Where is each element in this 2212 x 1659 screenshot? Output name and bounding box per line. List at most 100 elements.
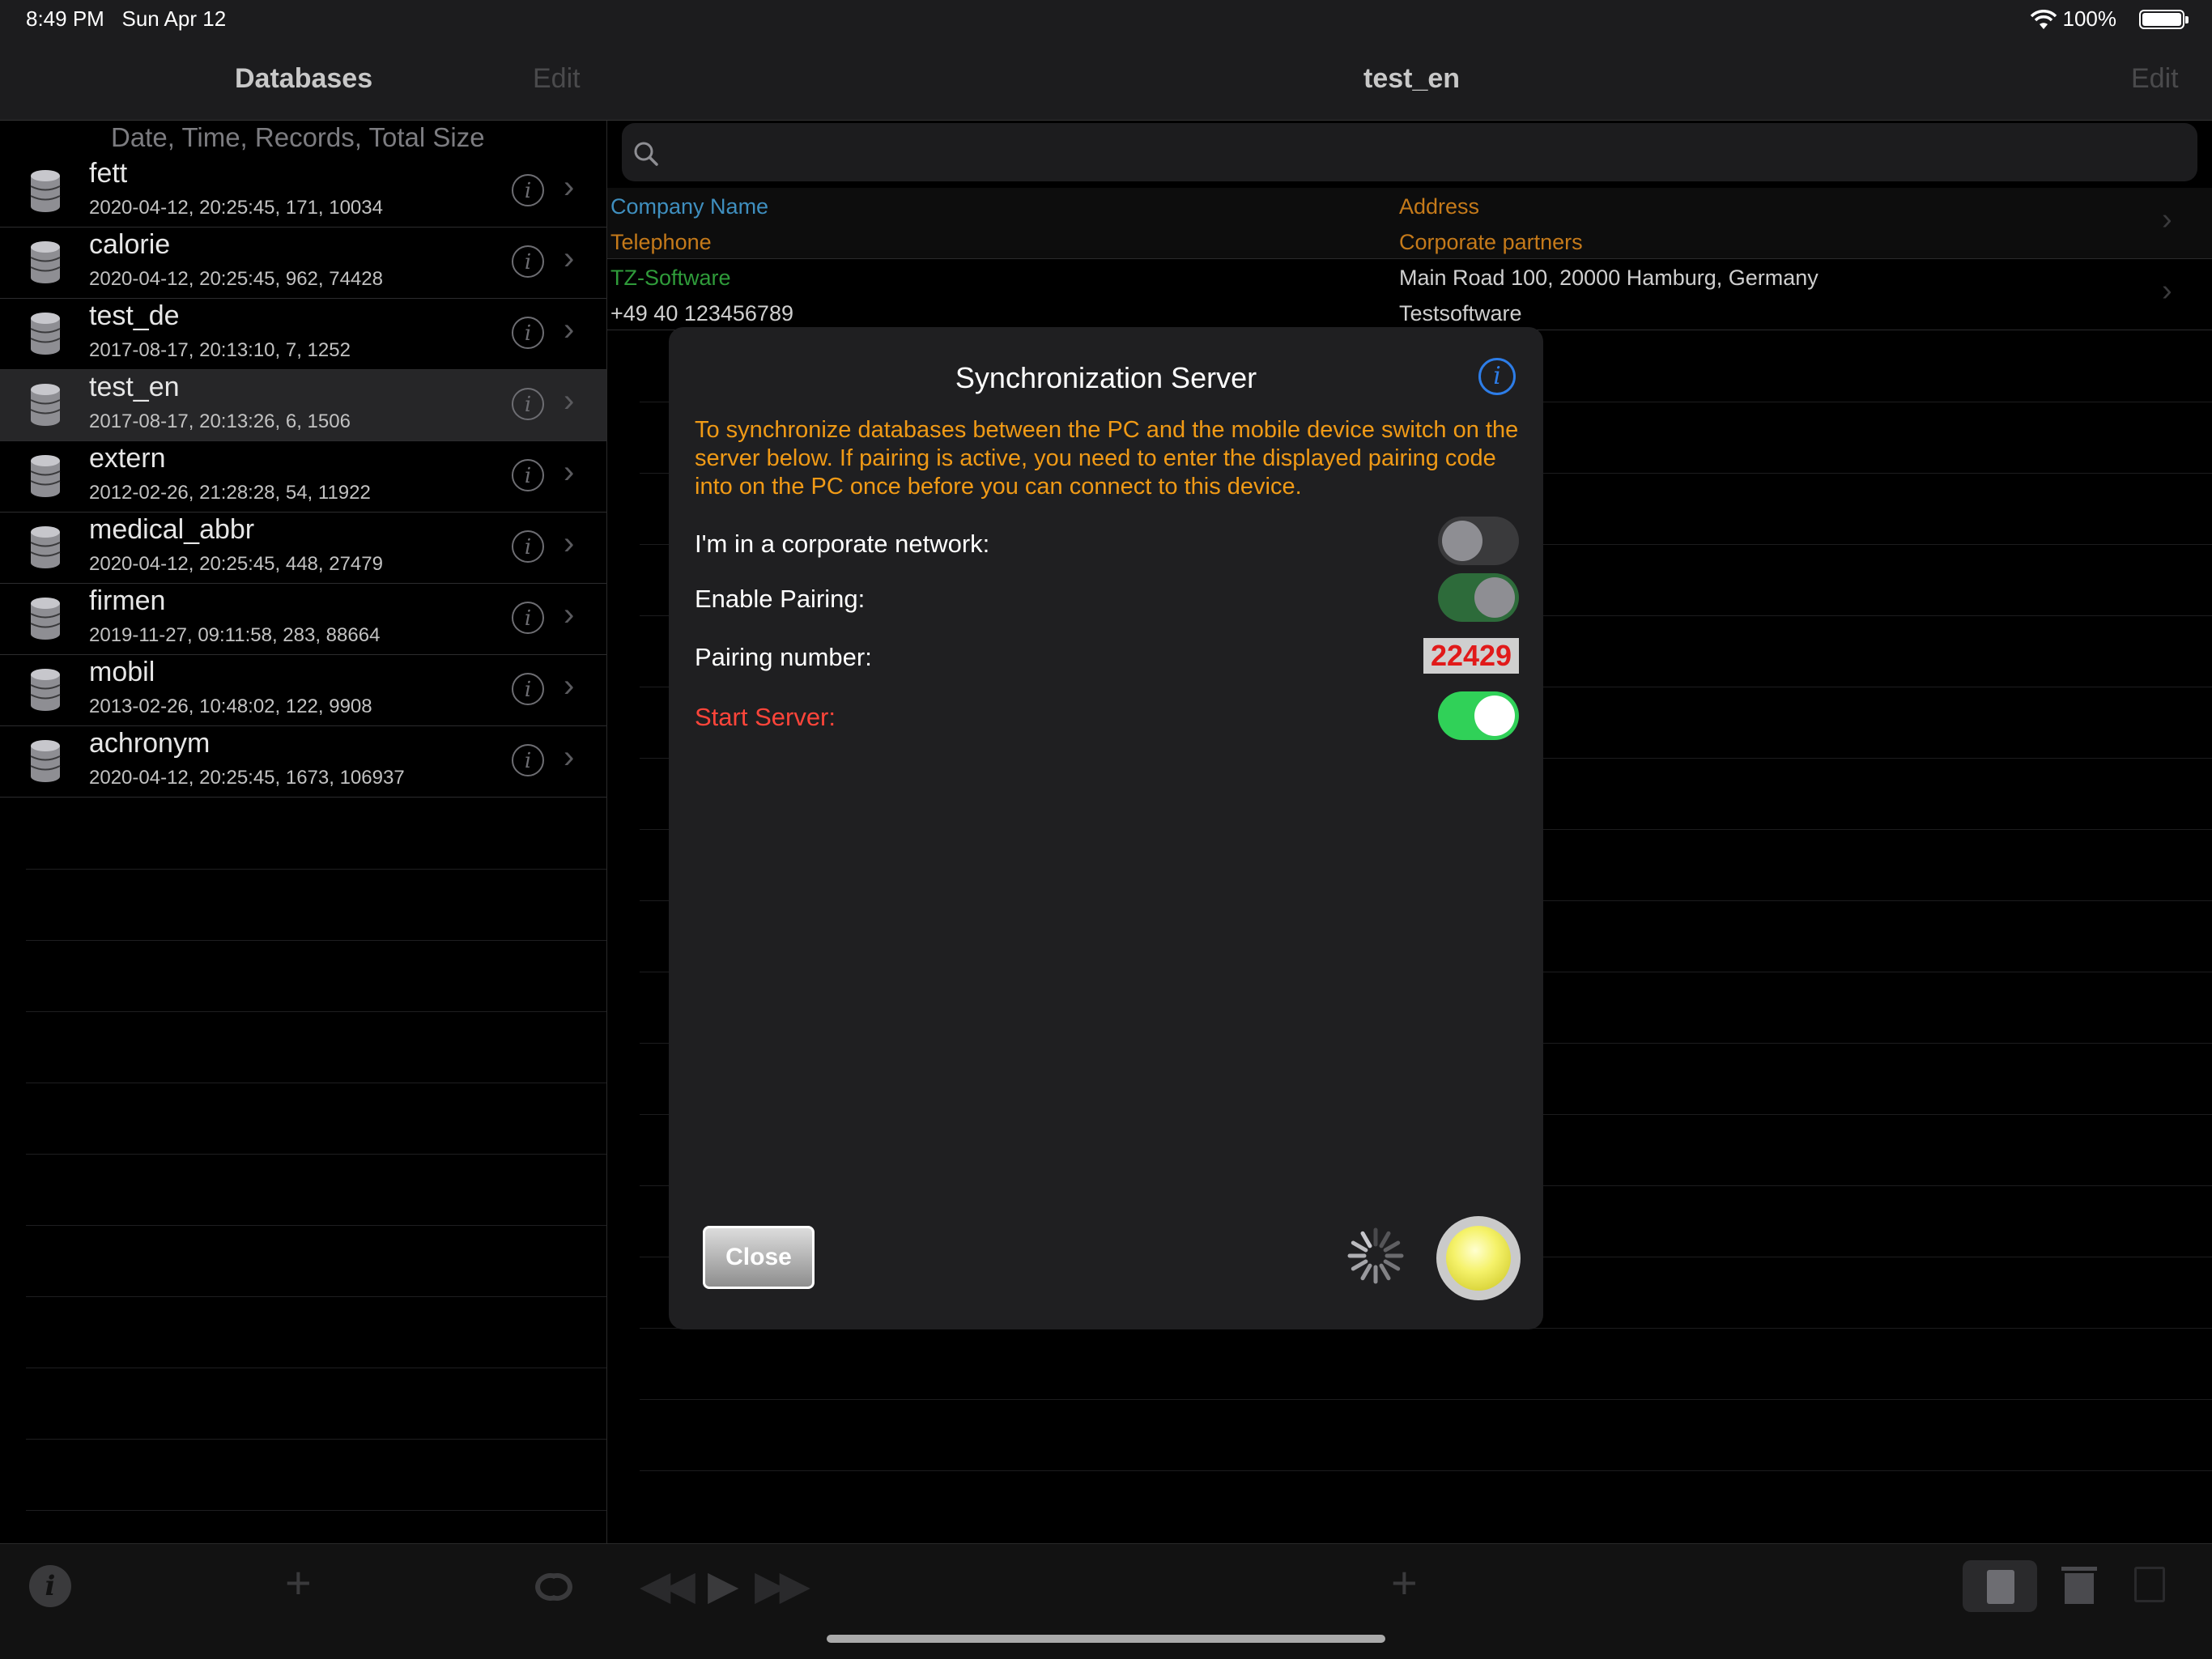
- separator: [26, 1296, 606, 1297]
- add-record-icon[interactable]: +: [1391, 1559, 1418, 1607]
- separator: [26, 1439, 606, 1440]
- database-icon: [30, 170, 61, 212]
- database-name: test_en: [89, 372, 180, 402]
- add-database-icon[interactable]: +: [285, 1559, 312, 1607]
- sync-icon[interactable]: [528, 1568, 580, 1606]
- separator: [26, 1154, 606, 1155]
- trash-icon[interactable]: [2061, 1567, 2097, 1604]
- info-icon[interactable]: i: [512, 174, 544, 206]
- database-row[interactable]: mobil 2013-02-26, 10:48:02, 122, 9908 i ›: [0, 655, 606, 726]
- database-row[interactable]: firmen 2019-11-27, 09:11:58, 283, 88664 i ›: [0, 584, 606, 655]
- database-icon: [30, 384, 61, 426]
- database-icon: [30, 526, 61, 568]
- info-icon[interactable]: i: [512, 388, 544, 420]
- database-name: medical_abbr: [89, 514, 255, 545]
- info-icon[interactable]: i: [512, 530, 544, 563]
- database-row[interactable]: extern 2012-02-26, 21:28:28, 54, 11922 i ›: [0, 441, 606, 513]
- database-name: test_de: [89, 300, 180, 331]
- corporate-network-label: I'm in a corporate network:: [695, 530, 990, 558]
- header-telephone: Telephone: [610, 230, 712, 254]
- record-telephone: +49 40 123456789: [610, 301, 793, 325]
- header-address: Address: [1399, 194, 1480, 219]
- sidebar-edit-button[interactable]: Edit: [533, 63, 581, 95]
- database-name: firmen: [89, 585, 166, 616]
- close-button[interactable]: Close: [703, 1226, 815, 1289]
- database-icon: [30, 669, 61, 711]
- separator: [26, 1011, 606, 1012]
- chevron-right-icon: ›: [564, 668, 575, 704]
- database-name: mobil: [89, 657, 155, 687]
- server-status-light-icon: [1436, 1216, 1521, 1300]
- database-meta: 2017-08-17, 20:13:26, 6, 1506: [89, 410, 351, 432]
- info-icon[interactable]: i: [1478, 358, 1516, 395]
- database-name: fett: [89, 158, 128, 189]
- database-name: achronym: [89, 728, 211, 759]
- database-name: calorie: [89, 229, 171, 260]
- record-company-name: TZ-Software: [610, 266, 731, 290]
- sidebar-title: Databases: [235, 63, 373, 94]
- corporate-network-toggle[interactable]: [1438, 517, 1519, 565]
- detail-edit-button[interactable]: Edit: [2131, 63, 2179, 95]
- database-meta: 2012-02-26, 21:28:28, 54, 11922: [89, 482, 371, 504]
- database-row[interactable]: medical_abbr 2020-04-12, 20:25:45, 448, 2…: [0, 513, 606, 584]
- record-corporate-partners: Testsoftware: [1399, 301, 1522, 325]
- enable-pairing-label: Enable Pairing:: [695, 585, 866, 613]
- info-icon[interactable]: i: [512, 744, 544, 776]
- database-icon: [30, 455, 61, 497]
- separator: [26, 869, 606, 870]
- fast-forward-icon[interactable]: ▶▶: [755, 1562, 810, 1609]
- home-indicator: [827, 1635, 1385, 1643]
- record-row[interactable]: TZ-Software Main Road 100, 20000 Hamburg…: [607, 259, 2212, 330]
- chevron-right-icon: ›: [564, 454, 575, 490]
- pairing-number-value: 22429: [1423, 638, 1519, 674]
- separator: [640, 1470, 2212, 1471]
- header-company-name: Company Name: [610, 194, 769, 219]
- sync-server-dialog: Synchronization Server i To synchronize …: [669, 327, 1543, 1329]
- status-bar: 8:49 PM Sun Apr 12 100%: [0, 0, 2212, 40]
- database-row[interactable]: test_de 2017-08-17, 20:13:10, 7, 1252 i ›: [0, 299, 606, 370]
- database-meta: 2013-02-26, 10:48:02, 122, 9908: [89, 696, 372, 717]
- info-icon[interactable]: i: [512, 317, 544, 349]
- database-icon: [30, 313, 61, 355]
- rewind-icon[interactable]: ◀◀: [640, 1562, 696, 1609]
- info-icon[interactable]: i: [512, 602, 544, 634]
- copy-icon[interactable]: [2134, 1567, 2165, 1602]
- chevron-right-icon: ›: [564, 525, 575, 561]
- database-row[interactable]: achronym 2020-04-12, 20:25:45, 1673, 1069…: [0, 726, 606, 798]
- chevron-right-icon: ›: [564, 597, 575, 632]
- start-server-toggle[interactable]: [1438, 691, 1519, 740]
- chevron-right-icon: ›: [564, 240, 575, 276]
- document-icon: [1987, 1570, 2014, 1604]
- database-meta: 2019-11-27, 09:11:58, 283, 88664: [89, 624, 381, 646]
- database-row[interactable]: test_en 2017-08-17, 20:13:26, 6, 1506 i ›: [0, 370, 606, 441]
- record-header-row[interactable]: Company Name Address Telephone Corporate…: [607, 188, 2212, 259]
- battery-percent: 100%: [2062, 6, 2117, 31]
- info-icon[interactable]: i: [29, 1565, 71, 1607]
- dialog-title: Synchronization Server: [955, 361, 1257, 394]
- chevron-right-icon: ›: [564, 383, 575, 419]
- play-icon[interactable]: ▶: [708, 1562, 738, 1609]
- database-meta: 2020-04-12, 20:25:45, 171, 10034: [89, 197, 383, 219]
- separator: [26, 1510, 606, 1511]
- chevron-right-icon: ›: [2162, 274, 2172, 308]
- info-icon[interactable]: i: [512, 459, 544, 491]
- activity-spinner-icon: [1347, 1227, 1404, 1284]
- search-field[interactable]: [622, 123, 2197, 181]
- enable-pairing-toggle[interactable]: [1438, 573, 1519, 622]
- document-view-button[interactable]: [1963, 1560, 2037, 1612]
- search-icon: [634, 142, 658, 166]
- navigation-bar: Databases Edit test_en Edit: [0, 40, 2212, 121]
- info-icon[interactable]: i: [512, 245, 544, 278]
- database-name: extern: [89, 443, 166, 474]
- database-meta: 2020-04-12, 20:25:45, 1673, 106937: [89, 767, 405, 789]
- separator: [640, 1399, 2212, 1400]
- database-icon: [30, 241, 61, 283]
- database-icon: [30, 740, 61, 782]
- database-row[interactable]: calorie 2020-04-12, 20:25:45, 962, 74428 i…: [0, 228, 606, 299]
- info-icon[interactable]: i: [512, 673, 544, 705]
- start-server-label: Start Server:: [695, 703, 836, 731]
- dialog-description: To synchronize databases between the PC …: [695, 417, 1519, 500]
- battery-icon: [2139, 10, 2189, 29]
- status-time: 8:49 PM Sun Apr 12: [26, 6, 227, 31]
- database-row[interactable]: fett 2020-04-12, 20:25:45, 171, 10034 i ›: [0, 156, 606, 228]
